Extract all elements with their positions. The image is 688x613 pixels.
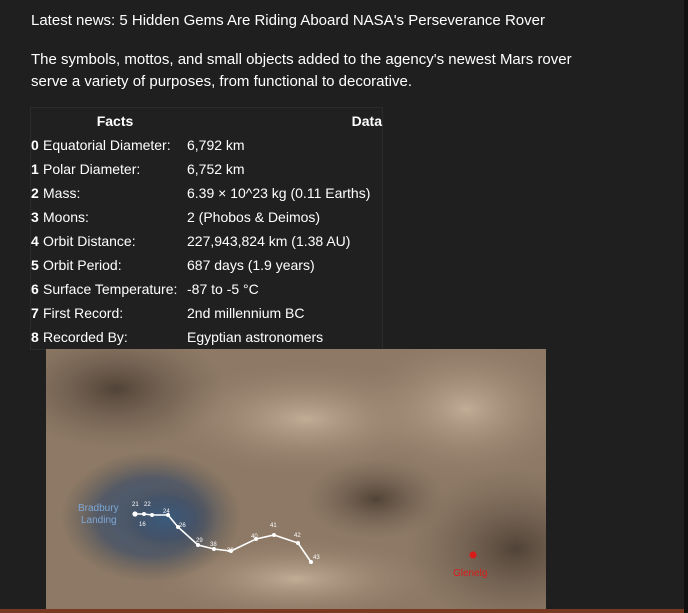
fact-label: Mass:: [43, 185, 81, 201]
target-marker: [469, 551, 477, 559]
page: Latest news: 5 Hidden Gems Are Riding Ab…: [0, 0, 688, 613]
landing-label-line2: Landing: [81, 515, 117, 526]
table-row: 0 Equatorial Diameter: 6,792 km: [31, 133, 383, 157]
target-label: Glenelg: [453, 568, 487, 579]
fact-value: Egyptian astronomers: [187, 329, 324, 345]
fact-label: Orbit Period:: [43, 257, 122, 273]
fact-label: Surface Temperature:: [43, 281, 178, 297]
waypoint: [296, 541, 300, 545]
sol-label: 41: [270, 523, 277, 529]
table-row: 8 Recorded By: Egyptian astronomers: [31, 325, 383, 350]
fact-value: 687 days (1.9 years): [187, 257, 315, 273]
waypoint: [150, 513, 154, 517]
index-column-header: [31, 108, 44, 134]
table-row: 2 Mass: 6.39 × 10^23 kg (0.11 Earths): [31, 181, 383, 205]
sol-label: 38: [210, 542, 217, 548]
traverse-map-svg: 21 22 16 24 26 29 38 39 40 41 42 43 Brad…: [46, 349, 546, 613]
fact-value: 227,943,824 km (1.38 AU): [187, 233, 351, 249]
news-headline[interactable]: Latest news: 5 Hidden Gems Are Riding Ab…: [31, 11, 545, 31]
row-index: 1: [31, 161, 39, 177]
row-index: 8: [31, 329, 39, 345]
table-row: 1 Polar Diameter: 6,752 km: [31, 157, 383, 181]
fact-value: 2 (Phobos & Deimos): [187, 209, 321, 225]
table-row: 4 Orbit Distance: 227,943,824 km (1.38 A…: [31, 229, 383, 253]
row-index: 5: [31, 257, 39, 273]
fact-label: Orbit Distance:: [43, 233, 136, 249]
row-index: 4: [31, 233, 39, 249]
fact-value: -87 to -5 °C: [187, 281, 259, 297]
footer-accent-strip: [0, 609, 684, 613]
sol-label: 39: [227, 548, 234, 554]
fact-label: Recorded By:: [43, 329, 128, 345]
sol-label: 29: [196, 538, 203, 544]
table-row: 7 First Record: 2nd millennium BC: [31, 301, 383, 325]
table-row: 5 Orbit Period: 687 days (1.9 years): [31, 253, 383, 277]
waypoint: [142, 512, 146, 516]
row-index: 6: [31, 281, 39, 297]
sol-label: 22: [144, 502, 151, 508]
fact-value: 6.39 × 10^23 kg (0.11 Earths): [187, 185, 371, 201]
fact-label: Moons:: [43, 209, 89, 225]
mars-facts-table: Facts Data 0 Equatorial Diameter: 6,792 …: [30, 107, 383, 350]
fact-value: 6,752 km: [187, 161, 245, 177]
mars-traverse-map: 21 22 16 24 26 29 38 39 40 41 42 43 Brad…: [46, 349, 546, 613]
table-row: 6 Surface Temperature: -87 to -5 °C: [31, 277, 383, 301]
scrollbar-track[interactable]: [684, 0, 688, 613]
news-intro: The symbols, mottos, and small objects a…: [31, 51, 572, 90]
data-column-header: Data: [351, 112, 382, 129]
waypoint: [132, 511, 138, 517]
sol-label: 21: [132, 502, 139, 508]
sol-label: 40: [251, 534, 258, 540]
landing-label-line1: Bradbury: [78, 503, 119, 514]
fact-label: Equatorial Diameter:: [43, 137, 171, 153]
sol-label: 43: [313, 555, 320, 561]
sol-label: 42: [294, 533, 301, 539]
waypoint: [272, 533, 276, 537]
sol-label: 16: [139, 522, 146, 528]
facts-column-header: Facts: [96, 112, 134, 129]
sol-label: 26: [179, 523, 186, 529]
row-index: 7: [31, 305, 39, 321]
table-header-row: Facts Data: [31, 108, 383, 134]
row-index: 2: [31, 185, 39, 201]
fact-label: First Record:: [43, 305, 124, 321]
fact-value: 6,792 km: [187, 137, 245, 153]
sol-label: 24: [163, 509, 170, 515]
fact-value: 2nd millennium BC: [187, 305, 305, 321]
fact-label: Polar Diameter:: [43, 161, 141, 177]
terrain-shadow: [306, 459, 446, 539]
row-index: 3: [31, 209, 39, 225]
row-index: 0: [31, 137, 39, 153]
table-row: 3 Moons: 2 (Phobos & Deimos): [31, 205, 383, 229]
